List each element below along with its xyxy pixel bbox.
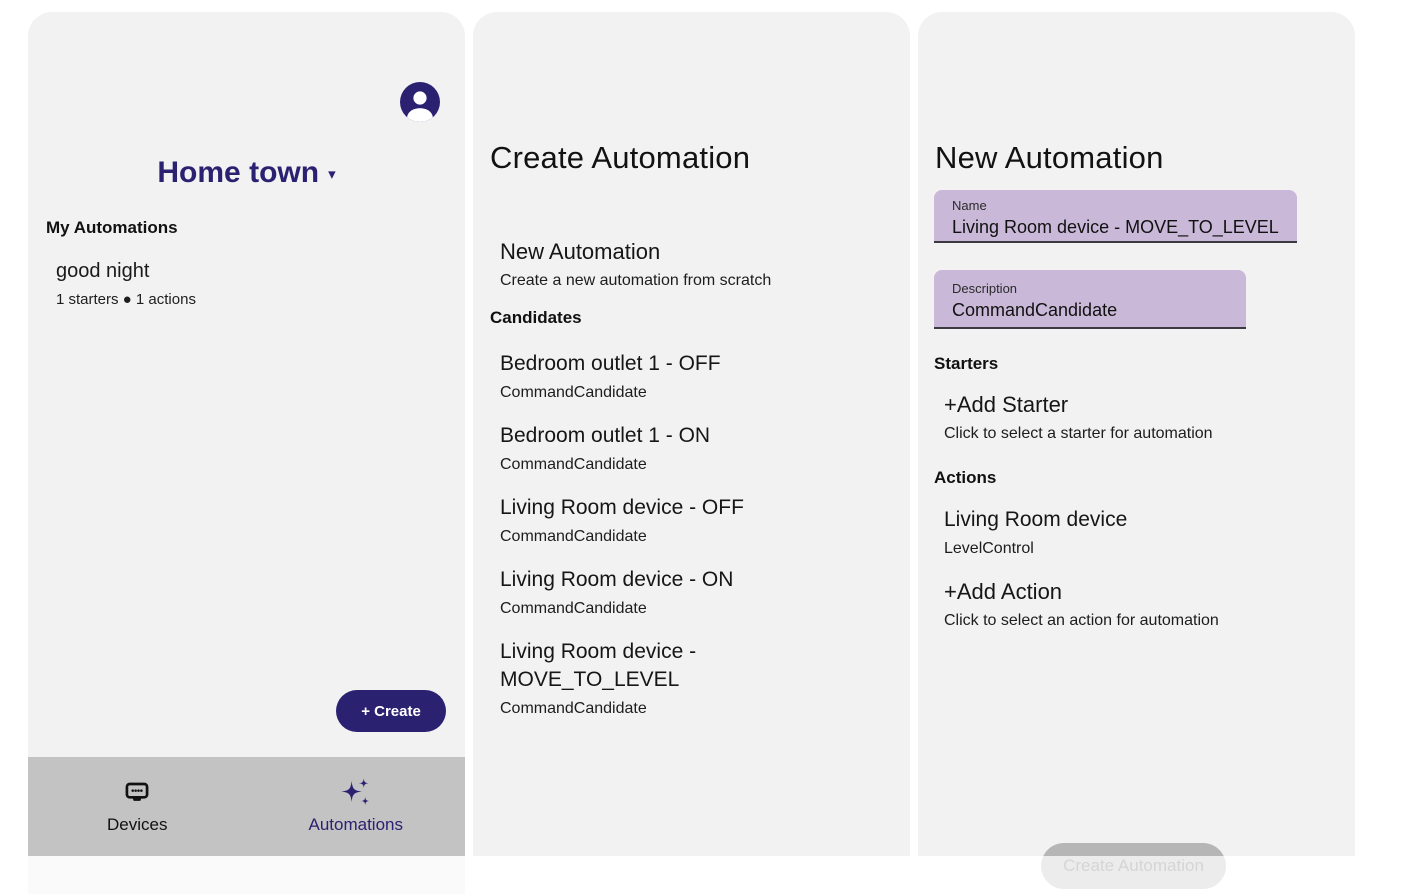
devices-icon [122, 774, 152, 811]
candidate-item[interactable]: Living Room device - MOVE_TO_LEVEL Comma… [500, 638, 752, 719]
candidates-list: Bedroom outlet 1 - OFF CommandCandidate … [500, 350, 752, 738]
automation-name: good night [56, 260, 196, 283]
automation-meta: 1 starters ● 1 actions [56, 291, 196, 308]
new-automation-option[interactable]: New Automation Create a new automation f… [500, 238, 771, 291]
candidate-title: Living Room device - ON [500, 566, 752, 594]
nav-label-automations: Automations [309, 815, 404, 835]
candidates-header: Candidates [490, 308, 582, 328]
add-action-title: +Add Action [944, 578, 1219, 606]
candidate-subtitle: CommandCandidate [500, 698, 752, 719]
automation-list-item[interactable]: good night 1 starters ● 1 actions [56, 260, 196, 308]
new-automation-title: New Automation [935, 140, 1164, 176]
sparkles-icon [339, 774, 372, 811]
description-input[interactable]: Description CommandCandidate [934, 270, 1246, 329]
add-action-subtitle: Click to select an action for automation [944, 610, 1219, 631]
create-automation-screen: Create Automation New Automation Create … [473, 12, 910, 856]
starters-header: Starters [934, 354, 998, 374]
candidate-title: Living Room device - OFF [500, 494, 752, 522]
candidate-subtitle: CommandCandidate [500, 598, 752, 619]
home-title: Home town [157, 156, 319, 189]
nav-tab-devices[interactable]: Devices [28, 757, 247, 856]
action-title: Living Room device [944, 506, 1127, 534]
name-input-value: Living Room device - MOVE_TO_LEVEL [952, 217, 1297, 238]
action-list-item[interactable]: Living Room device LevelControl [944, 506, 1127, 559]
candidate-subtitle: CommandCandidate [500, 382, 752, 403]
app-page: Home town ▾ My Automations good night 1 s… [0, 0, 1412, 894]
option-title: New Automation [500, 238, 771, 266]
new-automation-screen: New Automation Name Living Room device -… [918, 12, 1355, 856]
avatar-button[interactable] [400, 82, 440, 122]
description-input-value: CommandCandidate [952, 300, 1246, 321]
description-input-label: Description [952, 281, 1246, 296]
candidate-subtitle: CommandCandidate [500, 454, 752, 475]
add-starter-button[interactable]: +Add Starter Click to select a starter f… [944, 391, 1213, 444]
action-subtitle: LevelControl [944, 538, 1127, 559]
candidate-subtitle: CommandCandidate [500, 526, 752, 547]
bottom-nav-bar: Devices Automations [28, 757, 465, 856]
candidate-title: Bedroom outlet 1 - ON [500, 422, 752, 450]
create-automation-title: Create Automation [490, 140, 750, 176]
user-avatar-icon [400, 82, 440, 122]
candidate-item[interactable]: Living Room device - ON CommandCandidate [500, 566, 752, 619]
name-input-label: Name [952, 198, 1297, 213]
create-automation-panel: Create Automation New Automation Create … [473, 12, 910, 856]
home-screen-panel: Home town ▾ My Automations good night 1 s… [28, 12, 465, 894]
add-action-button[interactable]: +Add Action Click to select an action fo… [944, 578, 1219, 631]
candidate-title: Living Room device - MOVE_TO_LEVEL [500, 638, 752, 694]
add-starter-subtitle: Click to select a starter for automation [944, 423, 1213, 444]
home-selector[interactable]: Home town ▾ [28, 156, 465, 190]
candidate-item[interactable]: Living Room device - OFF CommandCandidat… [500, 494, 752, 547]
chevron-down-icon: ▾ [328, 166, 336, 183]
home-bottom-strip [28, 856, 465, 894]
add-starter-title: +Add Starter [944, 391, 1213, 419]
create-automation-button[interactable]: Create Automation [1041, 843, 1226, 889]
my-automations-header: My Automations [46, 218, 178, 238]
candidate-item[interactable]: Bedroom outlet 1 - OFF CommandCandidate [500, 350, 752, 403]
name-input[interactable]: Name Living Room device - MOVE_TO_LEVEL [934, 190, 1297, 243]
nav-label-devices: Devices [107, 815, 167, 835]
nav-tab-automations[interactable]: Automations [247, 757, 466, 856]
new-automation-form-panel: New Automation Name Living Room device -… [918, 12, 1355, 856]
candidate-title: Bedroom outlet 1 - OFF [500, 350, 752, 378]
actions-header: Actions [934, 468, 996, 488]
candidate-item[interactable]: Bedroom outlet 1 - ON CommandCandidate [500, 422, 752, 475]
home-screen: Home town ▾ My Automations good night 1 s… [28, 12, 465, 757]
option-subtitle: Create a new automation from scratch [500, 270, 771, 291]
create-button[interactable]: + Create [336, 690, 446, 732]
